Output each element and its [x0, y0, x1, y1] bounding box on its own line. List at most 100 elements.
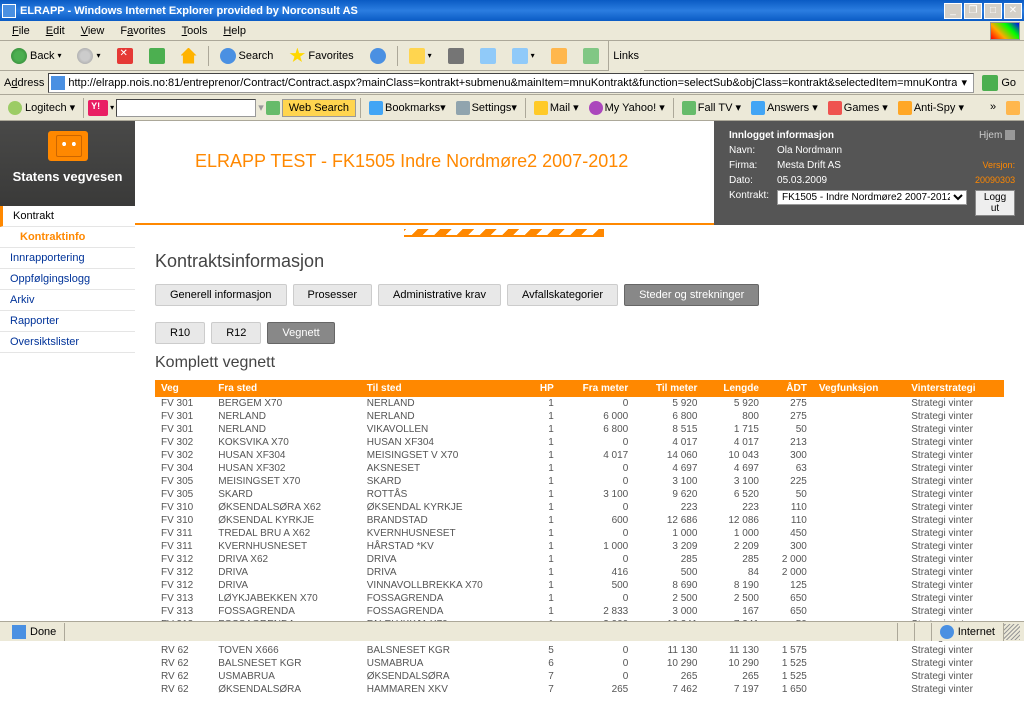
col-vegfunksjon: Vegfunksjon [813, 380, 905, 397]
print-button[interactable] [441, 44, 471, 68]
tabs: Generell informasjon Prosesser Administr… [155, 284, 1004, 306]
sidebar-item-innrapportering[interactable]: Innrapportering [0, 248, 135, 269]
discuss-icon [512, 48, 528, 64]
menu-view[interactable]: View [73, 23, 113, 39]
table-row: FV 305SKARDROTTÅS13 1009 6206 52050Strat… [155, 488, 1004, 501]
answers-menu[interactable]: Answers ▾ [747, 99, 822, 117]
antispy-menu[interactable]: Anti-Spy ▾ [894, 99, 968, 117]
kontrakt-select[interactable]: FK1505 - Indre Nordmøre2 2007-2012 [777, 190, 967, 205]
sidebar-item-oppfolgingslogg[interactable]: Oppfølgingslogg [0, 269, 135, 290]
settings-menu[interactable]: Settings▾ [452, 99, 521, 117]
bookmarks-menu[interactable]: Bookmarks▾ [365, 99, 450, 117]
menu-file[interactable]: File [4, 23, 38, 39]
table-row: FV 310ØKSENDAL KYRKJEBRANDSTAD160012 686… [155, 514, 1004, 527]
subtab-r12[interactable]: R12 [211, 322, 261, 344]
home-button[interactable] [174, 44, 204, 68]
sidebar-item-oversiktslister[interactable]: Oversiktslister [0, 332, 135, 353]
table-row: FV 313LØYKJABEKKEN X70FOSSAGRENDA102 500… [155, 592, 1004, 605]
settings-icon [456, 101, 470, 115]
resize-grip[interactable] [1004, 624, 1020, 640]
discuss-button[interactable]: ▾ [505, 44, 542, 68]
maximize-button[interactable]: □ [984, 3, 1002, 19]
firma-label: Firma: [726, 159, 772, 172]
search-history-dropdown[interactable]: ▾ [258, 101, 264, 114]
refresh-button[interactable] [142, 44, 172, 68]
sidebar-item-kontraktinfo[interactable]: Kontraktinfo [0, 227, 135, 248]
address-dropdown[interactable]: ▾ [957, 76, 971, 89]
minimize-button[interactable]: _ [944, 3, 962, 19]
back-button[interactable]: Back▾ [4, 44, 68, 68]
search-button[interactable]: Search [213, 44, 281, 68]
address-input[interactable] [68, 77, 957, 89]
tab-avfall[interactable]: Avfallskategorier [507, 284, 618, 306]
main-toolbar: Back▾ ▾ Search Favorites ▾ ▾ Links [0, 41, 1024, 71]
go-button[interactable]: Go [978, 73, 1020, 93]
brand-name: Statens vegvesen [10, 169, 125, 184]
subtabs: R10 R12 Vegnett [155, 322, 1004, 344]
subtab-vegnett[interactable]: Vegnett [267, 322, 334, 344]
mail-ytb-icon [534, 101, 548, 115]
login-info-box: Innlogget informasjon Hjem Navn:Ola Nord… [714, 121, 1024, 225]
games-icon [828, 101, 842, 115]
tab-prosesser[interactable]: Prosesser [293, 284, 373, 306]
favorites-button[interactable]: Favorites [282, 44, 360, 68]
navn-label: Navn: [726, 144, 772, 157]
subtab-r10[interactable]: R10 [155, 322, 205, 344]
toolbar-overflow[interactable]: » [990, 101, 1004, 115]
col-veg: Veg [155, 380, 212, 397]
sidebar-item-arkiv[interactable]: Arkiv [0, 290, 135, 311]
col-frasted: Fra sted [212, 380, 361, 397]
table-row: RV 62BALSNESET KGRUSMABRUA6010 29010 290… [155, 657, 1004, 670]
yahoo-icon[interactable] [88, 100, 108, 116]
logout-button[interactable]: Logg ut [975, 190, 1015, 216]
table-header-row: Veg Fra sted Til sted HP Fra meter Til m… [155, 380, 1004, 397]
mail-menu[interactable]: Mail ▾ [530, 99, 583, 117]
pencil-icon[interactable] [1006, 101, 1020, 115]
table-row: FV 311KVERNHUSNESETHÅRSTAD *KV11 0003 20… [155, 540, 1004, 553]
tab-generell[interactable]: Generell informasjon [155, 284, 287, 306]
favorites-icon [289, 48, 305, 64]
yahoo-dropdown[interactable]: ▾ [110, 103, 114, 112]
games-menu[interactable]: Games ▾ [824, 99, 892, 117]
section-title: Kontraktsinformasjon [155, 251, 1004, 272]
status-done-icon [12, 625, 26, 639]
logitech-icon [8, 101, 22, 115]
col-hp: HP [526, 380, 560, 397]
tab-adminkrav[interactable]: Administrative krav [378, 284, 501, 306]
history-button[interactable] [363, 44, 393, 68]
forward-button[interactable]: ▾ [70, 44, 107, 68]
login-info-title: Innlogget informasjon [729, 130, 834, 141]
messenger-button[interactable] [576, 44, 606, 68]
sidebar-item-kontrakt[interactable]: Kontrakt [0, 206, 135, 227]
yahoo-search-input[interactable] [116, 99, 256, 117]
col-tilsted: Til sted [361, 380, 527, 397]
restore-button[interactable]: ❐ [964, 3, 982, 19]
menu-favorites[interactable]: Favorites [112, 23, 173, 39]
app-icon [2, 4, 16, 18]
hjem-link[interactable]: Hjem [979, 130, 1002, 141]
menu-edit[interactable]: Edit [38, 23, 73, 39]
research-icon [551, 48, 567, 64]
versjon-value: 20090303 [975, 175, 1015, 185]
table-row: FV 310ØKSENDALSØRA X62ØKSENDAL KYRKJE102… [155, 501, 1004, 514]
tab-steder[interactable]: Steder og strekninger [624, 284, 759, 306]
myyahoo-menu[interactable]: My Yahoo! ▾ [585, 99, 669, 117]
close-button[interactable]: ✕ [1004, 3, 1022, 19]
messenger-icon [583, 48, 599, 64]
menu-help[interactable]: Help [215, 23, 254, 39]
table-row: FV 302HUSAN XF304MEISINGSET V X7014 0171… [155, 449, 1004, 462]
hjem-icon[interactable] [1005, 130, 1015, 140]
window-title: ELRAPP - Windows Internet Explorer provi… [20, 5, 944, 17]
research-button[interactable] [544, 44, 574, 68]
sidebar-item-rapporter[interactable]: Rapporter [0, 311, 135, 332]
mail-button[interactable]: ▾ [402, 44, 439, 68]
logitech-menu[interactable]: Logitech ▾ [4, 99, 79, 117]
links-label[interactable]: Links [608, 41, 644, 71]
app-frame: Statens vegvesen Kontrakt Kontraktinfo I… [0, 121, 1024, 621]
falltv-menu[interactable]: Fall TV ▾ [678, 99, 745, 117]
edit-button[interactable] [473, 44, 503, 68]
stop-button[interactable] [110, 44, 140, 68]
search-scope-icon[interactable] [266, 101, 280, 115]
web-search-button[interactable]: Web Search [282, 99, 356, 117]
menu-tools[interactable]: Tools [174, 23, 216, 39]
